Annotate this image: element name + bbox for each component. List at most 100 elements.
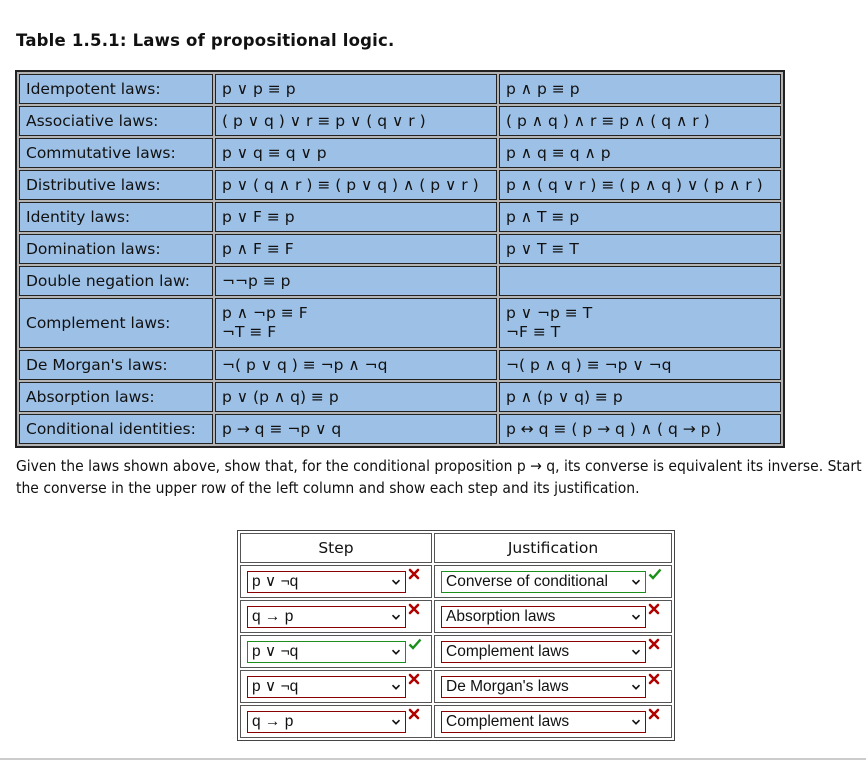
step-cell: q → p xyxy=(240,705,432,738)
step-select[interactable]: q → p xyxy=(247,710,406,733)
chevron-down-icon xyxy=(631,577,641,587)
step-value: p ∨ ¬q xyxy=(252,573,299,590)
justification-select[interactable]: Complement laws xyxy=(441,640,646,663)
divider xyxy=(0,758,866,760)
justification-cell: De Morgan's laws xyxy=(434,670,672,703)
law-row: Identity laws: p ∨ F ≡ p p ∧ T ≡ p xyxy=(19,202,781,232)
law-expression: p ∨ (p ∧ q) ≡ p xyxy=(222,387,339,406)
law-expression: p ∨ q ≡ q ∨ p xyxy=(222,143,327,162)
step-value: q → p xyxy=(252,712,294,730)
justification-value: Complement laws xyxy=(446,712,570,730)
step-header: Step xyxy=(240,533,432,563)
law-expression: p ∧ ( q ∨ r ) ≡ ( p ∧ q ) ∨ ( p ∧ r ) xyxy=(506,175,763,194)
justification-value: Absorption laws xyxy=(446,607,556,625)
law-name: Idempotent laws: xyxy=(19,74,213,104)
justification-select[interactable]: Absorption laws xyxy=(441,605,646,628)
x-icon xyxy=(408,600,422,619)
chevron-down-icon xyxy=(631,647,641,657)
law-row: Complement laws: p ∧ ¬p ≡ F ¬T ≡ Fp ∨ ¬p ≡… xyxy=(19,298,781,348)
law-right-form: p ∧ T ≡ p xyxy=(499,202,781,232)
law-left-form: p → q ≡ ¬p ∨ q xyxy=(215,414,497,444)
x-icon xyxy=(408,670,422,689)
step-value: p ∨ ¬q xyxy=(252,643,299,660)
law-left-form: p ∨ q ≡ q ∨ p xyxy=(215,138,497,168)
law-expression: ( p ∨ q ) ∨ r ≡ p ∨ ( q ∨ r ) xyxy=(222,111,426,130)
step-value: p ∨ ¬q xyxy=(252,678,299,695)
law-expression: ¬( p ∨ q ) ≡ ¬p ∧ ¬q xyxy=(222,355,388,374)
x-icon xyxy=(648,705,662,724)
chevron-down-icon xyxy=(391,577,401,587)
justification-cell: Complement laws xyxy=(434,705,672,738)
law-expression: p ∧ ¬p ≡ F xyxy=(222,304,308,322)
law-left-form: p ∨ F ≡ p xyxy=(215,202,497,232)
step-value: q → p xyxy=(252,607,294,625)
step-select[interactable]: p ∨ ¬q xyxy=(247,570,406,593)
chevron-down-icon xyxy=(391,717,401,727)
step-cell: p ∨ ¬q xyxy=(240,565,432,598)
law-right-form: p ↔ q ≡ ( p → q ) ∧ ( q → p ) xyxy=(499,414,781,444)
law-expression: ¬F ≡ T xyxy=(506,323,561,341)
x-icon xyxy=(648,600,662,619)
law-right-form xyxy=(499,266,781,296)
law-expression: p ∧ F ≡ F xyxy=(222,239,294,258)
chevron-down-icon xyxy=(631,612,641,622)
law-row: Distributive laws: p ∨ ( q ∧ r ) ≡ ( p ∨ … xyxy=(19,170,781,200)
step-select[interactable]: p ∨ ¬q xyxy=(247,640,406,663)
law-name: Associative laws: xyxy=(19,106,213,136)
chevron-down-icon xyxy=(391,647,401,657)
law-left-form: p ∨ (p ∧ q) ≡ p xyxy=(215,382,497,412)
law-expression: ¬¬p ≡ p xyxy=(222,271,291,290)
law-right-form: p ∧ (p ∨ q) ≡ p xyxy=(499,382,781,412)
law-name: Identity laws: xyxy=(19,202,213,232)
law-name: Distributive laws: xyxy=(19,170,213,200)
step-cell: p ∨ ¬q xyxy=(240,670,432,703)
justification-select[interactable]: Converse of conditional xyxy=(441,570,646,593)
x-icon xyxy=(408,705,422,724)
law-left-form: ( p ∨ q ) ∨ r ≡ p ∨ ( q ∨ r ) xyxy=(215,106,497,136)
check-icon xyxy=(648,565,662,584)
law-expression: ¬T ≡ F xyxy=(222,323,277,341)
law-row: Commutative laws: p ∨ q ≡ q ∨ p p ∧ q ≡ q … xyxy=(19,138,781,168)
chevron-down-icon xyxy=(391,612,401,622)
step-select[interactable]: p ∨ ¬q xyxy=(247,675,406,698)
laws-table: Idempotent laws: p ∨ p ≡ p p ∧ p ≡ p Associ… xyxy=(15,70,785,448)
law-expression: p ∨ ( q ∧ r ) ≡ ( p ∨ q ) ∧ ( p ∨ r ) xyxy=(222,175,479,194)
law-row: Associative laws: ( p ∨ q ) ∨ r ≡ p ∨ ( q… xyxy=(19,106,781,136)
proof-row: q → p Absorption laws xyxy=(240,600,672,633)
law-name: Complement laws: xyxy=(19,298,213,348)
law-expression: p ∨ T ≡ T xyxy=(506,239,579,258)
law-row: De Morgan's laws: ¬( p ∨ q ) ≡ ¬p ∧ ¬q ¬( … xyxy=(19,350,781,380)
justification-cell: Absorption laws xyxy=(434,600,672,633)
law-right-form: ( p ∧ q ) ∧ r ≡ p ∧ ( q ∧ r ) xyxy=(499,106,781,136)
step-select[interactable]: q → p xyxy=(247,605,406,628)
law-left-form: ¬¬p ≡ p xyxy=(215,266,497,296)
justification-cell: Converse of conditional xyxy=(434,565,672,598)
law-left-form: p ∧ F ≡ F xyxy=(215,234,497,264)
justification-select[interactable]: De Morgan's laws xyxy=(441,675,646,698)
justification-cell: Complement laws xyxy=(434,635,672,668)
chevron-down-icon xyxy=(631,717,641,727)
law-left-form: p ∧ ¬p ≡ F ¬T ≡ F xyxy=(215,298,497,348)
proof-row: p ∨ ¬q Complement laws xyxy=(240,635,672,668)
law-expression: p → q ≡ ¬p ∨ q xyxy=(222,419,342,438)
law-expression: p ∧ p ≡ p xyxy=(506,79,580,98)
justification-value: De Morgan's laws xyxy=(446,677,569,695)
chevron-down-icon xyxy=(391,682,401,692)
check-icon xyxy=(408,635,422,654)
law-name: Absorption laws: xyxy=(19,382,213,412)
proof-row: q → p Complement laws xyxy=(240,705,672,738)
justification-select[interactable]: Complement laws xyxy=(441,710,646,733)
law-expression: p ↔ q ≡ ( p → q ) ∧ ( q → p ) xyxy=(506,419,722,438)
law-expression: p ∨ ¬p ≡ T xyxy=(506,304,593,322)
law-expression: p ∨ F ≡ p xyxy=(222,207,295,226)
law-row: Absorption laws: p ∨ (p ∧ q) ≡ p p ∧ (p ∨ … xyxy=(19,382,781,412)
law-name: Double negation law: xyxy=(19,266,213,296)
proof-row: p ∨ ¬q Converse of conditional xyxy=(240,565,672,598)
law-left-form: p ∨ ( q ∧ r ) ≡ ( p ∨ q ) ∧ ( p ∨ r ) xyxy=(215,170,497,200)
law-right-form: p ∧ p ≡ p xyxy=(499,74,781,104)
proof-row: p ∨ ¬q De Morgan's laws xyxy=(240,670,672,703)
chevron-down-icon xyxy=(631,682,641,692)
x-icon xyxy=(648,635,662,654)
justification-value: Complement laws xyxy=(446,642,570,660)
justification-header: Justification xyxy=(434,533,672,563)
